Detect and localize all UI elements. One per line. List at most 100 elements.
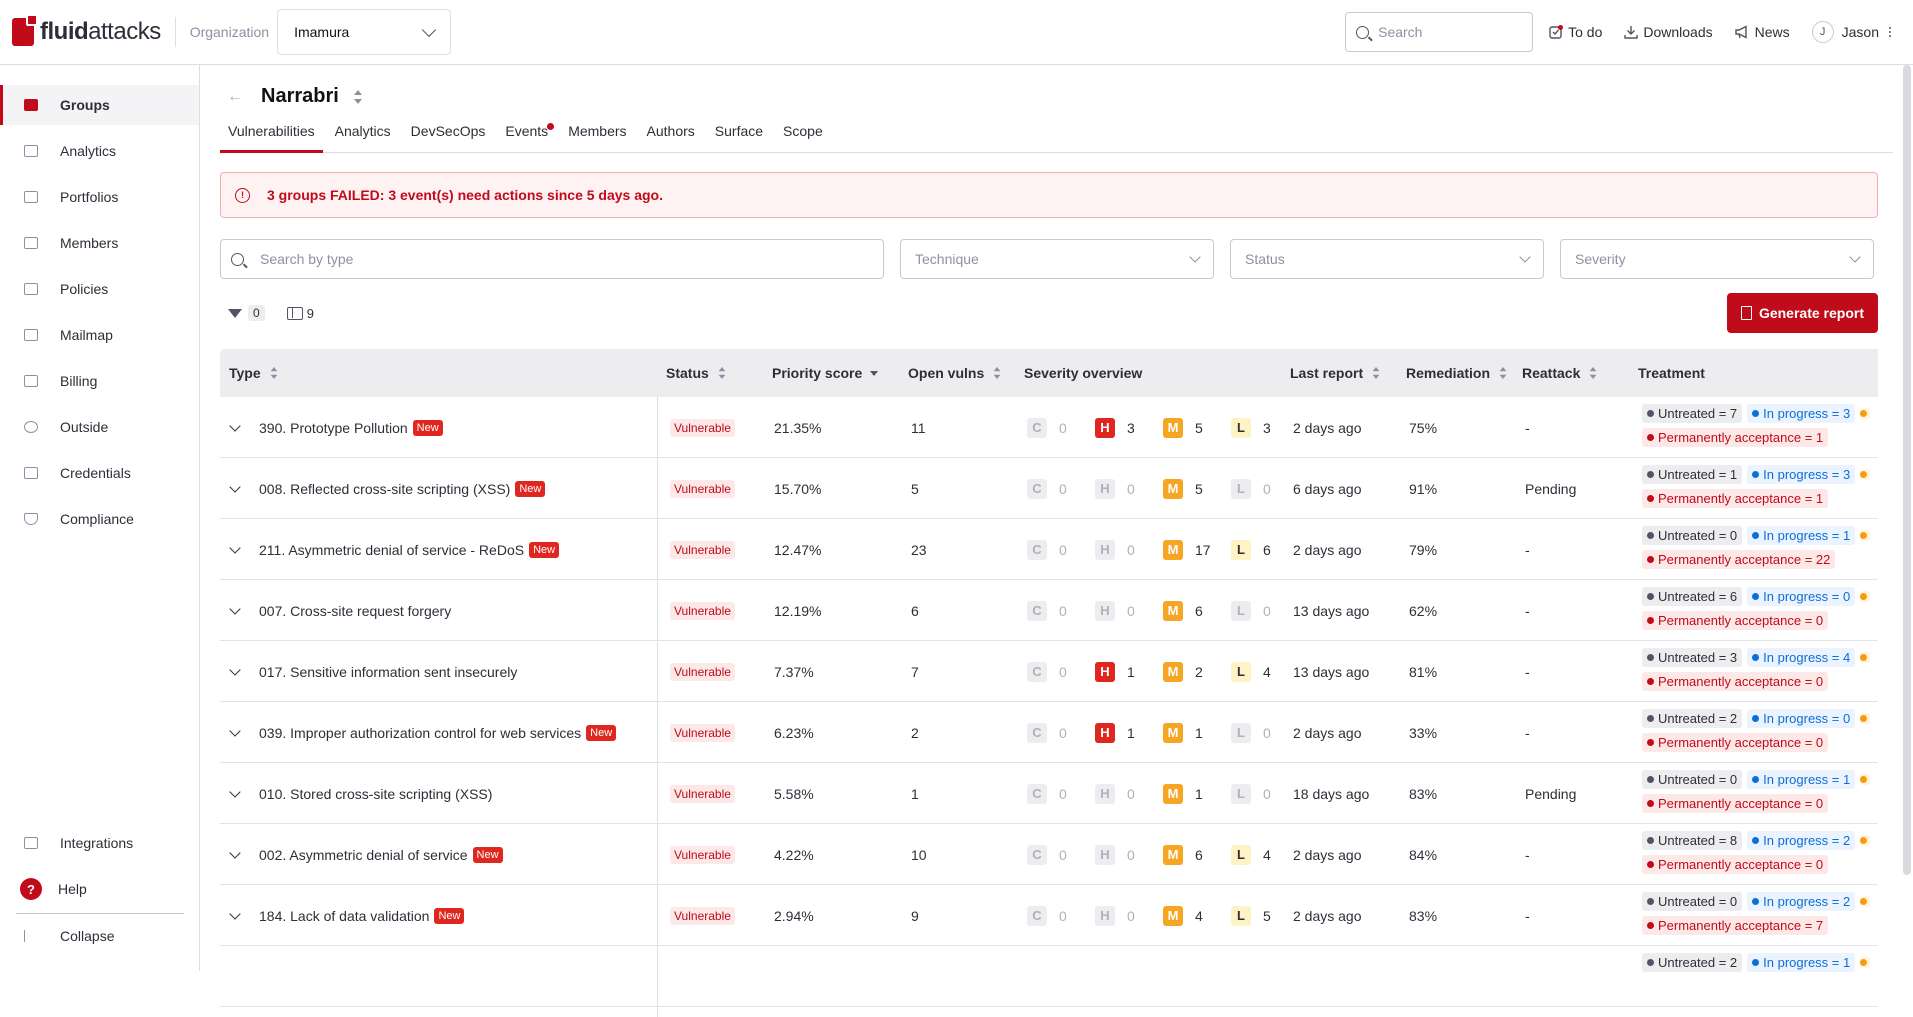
- vulnerability-type[interactable]: 184. Lack of data validation: [259, 908, 429, 924]
- priority-score: 4.22%: [774, 846, 814, 863]
- sidebar-item-credentials[interactable]: Credentials: [0, 453, 199, 493]
- column-header-type[interactable]: Type: [229, 365, 279, 381]
- vulnerability-type[interactable]: 390. Prototype Pollution: [259, 420, 408, 436]
- tab-members[interactable]: Members: [560, 117, 634, 153]
- chevron-down-icon[interactable]: [229, 846, 241, 859]
- table-row[interactable]: 010. Stored cross-site scripting (XSS) V…: [220, 763, 1878, 824]
- chevron-down-icon: [1189, 250, 1201, 263]
- in-progress-pill: In progress = 3: [1747, 403, 1856, 423]
- severity-overview: C0 H3 M5 L3: [1027, 397, 1299, 458]
- column-header-last-report[interactable]: Last report: [1290, 365, 1381, 381]
- vulnerability-type[interactable]: 017. Sensitive information sent insecure…: [259, 664, 517, 680]
- severity-high: H0: [1095, 844, 1147, 865]
- columns-button[interactable]: 9: [286, 306, 314, 321]
- dot-icon: [1860, 592, 1868, 600]
- sidebar-item-billing[interactable]: Billing: [0, 361, 199, 401]
- sidebar-item-outside[interactable]: Outside: [0, 407, 199, 447]
- untreated-pill: Untreated = 7: [1642, 403, 1743, 423]
- chevron-down-icon[interactable]: [229, 602, 241, 615]
- generate-report-button[interactable]: Generate report: [1726, 293, 1878, 333]
- page-scrollbar[interactable]: [1903, 65, 1911, 875]
- back-arrow-icon[interactable]: ←: [227, 88, 243, 106]
- chevron-down-icon[interactable]: [229, 663, 241, 676]
- chevron-down-icon[interactable]: [229, 785, 241, 798]
- vulnerability-type[interactable]: 007. Cross-site request forgery: [259, 603, 451, 619]
- status-badge: Vulnerable: [670, 540, 735, 559]
- critical-count: 0: [1059, 419, 1067, 436]
- global-search-input[interactable]: Search: [1345, 12, 1534, 52]
- organization-select[interactable]: Imamura: [277, 9, 452, 55]
- column-header-open-vulns[interactable]: Open vulns: [908, 365, 1002, 381]
- tab-surface[interactable]: Surface: [707, 117, 771, 153]
- sidebar-collapse-button[interactable]: Collapse: [0, 916, 199, 956]
- vulnerability-type[interactable]: 010. Stored cross-site scripting (XSS): [259, 786, 492, 802]
- severity-high: H3: [1095, 417, 1147, 438]
- vulnerability-type[interactable]: 008. Reflected cross-site scripting (XSS…: [259, 481, 510, 497]
- sidebar-item-members[interactable]: Members: [0, 223, 199, 263]
- sidebar-item-portfolios[interactable]: Portfolios: [0, 177, 199, 217]
- status-cell: Vulnerable: [670, 641, 735, 702]
- open-vulns: 11: [911, 419, 926, 436]
- column-header-remediation[interactable]: Remediation: [1406, 365, 1508, 381]
- sidebar-item-help[interactable]: ? Help: [0, 869, 199, 909]
- low-count: 0: [1263, 724, 1271, 741]
- table-row[interactable]: 007. Cross-site request forgery Vulnerab…: [220, 580, 1878, 641]
- sidebar-item-analytics[interactable]: Analytics: [0, 131, 199, 171]
- sidebar-item-integrations[interactable]: Integrations: [0, 823, 199, 863]
- vulnerabilities-table: Type Status Priority score Open vulns Se…: [220, 349, 1878, 1017]
- filters-button[interactable]: 0: [228, 305, 265, 321]
- last-report: 13 days ago: [1293, 663, 1370, 680]
- table-row[interactable]: 039. Improper authorization control for …: [220, 702, 1878, 763]
- table-row[interactable]: 002. Asymmetric denial of service New Vu…: [220, 824, 1878, 885]
- chevron-down-icon[interactable]: [229, 724, 241, 737]
- sidebar-item-label: Billing: [60, 373, 98, 389]
- tab-scope[interactable]: Scope: [775, 117, 831, 153]
- tab-authors[interactable]: Authors: [639, 117, 703, 153]
- table-row[interactable]: Untreated = 2 In progress = 1: [220, 946, 1878, 1007]
- filter-bar: Search by type Technique Status Severity: [220, 239, 1878, 279]
- severity-select[interactable]: Severity: [1560, 239, 1874, 279]
- table-row[interactable]: 017. Sensitive information sent insecure…: [220, 641, 1878, 702]
- downloads-button[interactable]: Downloads: [1624, 24, 1713, 40]
- sidebar-item-compliance[interactable]: Compliance: [0, 499, 199, 539]
- remediation: 79%: [1409, 541, 1438, 558]
- sidebar-item-groups[interactable]: Groups: [0, 85, 199, 125]
- news-button[interactable]: News: [1734, 24, 1790, 40]
- chevron-down-icon[interactable]: [229, 541, 241, 554]
- high-badge: H: [1095, 905, 1115, 926]
- tab-devsecops[interactable]: DevSecOps: [403, 117, 494, 153]
- dot-icon: [1860, 470, 1868, 478]
- critical-count: 0: [1059, 602, 1067, 619]
- sidebar-item-policies[interactable]: Policies: [0, 269, 199, 309]
- table-row[interactable]: 211. Asymmetric denial of service - ReDo…: [220, 519, 1878, 580]
- tab-analytics[interactable]: Analytics: [327, 117, 399, 153]
- tab-vulnerabilities[interactable]: Vulnerabilities: [220, 117, 323, 153]
- vulnerability-type[interactable]: 039. Improper authorization control for …: [259, 725, 581, 741]
- table-row[interactable]: 008. Reflected cross-site scripting (XSS…: [220, 458, 1878, 519]
- vulnerability-type[interactable]: 211. Asymmetric denial of service - ReDo…: [259, 542, 524, 558]
- vulnerability-type[interactable]: 002. Asymmetric denial of service: [259, 847, 468, 863]
- table-row[interactable]: 390. Prototype Pollution New Vulnerable …: [220, 397, 1878, 458]
- chevron-down-icon[interactable]: [229, 907, 241, 920]
- chevron-down-icon[interactable]: [229, 480, 241, 493]
- technique-select[interactable]: Technique: [900, 239, 1214, 279]
- search-by-type-input[interactable]: Search by type: [220, 239, 884, 279]
- switch-group-icon[interactable]: [353, 89, 363, 105]
- sidebar-item-label: Portfolios: [60, 189, 119, 205]
- column-header-status[interactable]: Status: [666, 365, 727, 381]
- status-select[interactable]: Status: [1230, 239, 1544, 279]
- table-header: Type Status Priority score Open vulns Se…: [220, 349, 1878, 397]
- todo-button[interactable]: To do: [1549, 24, 1602, 40]
- column-header-priority[interactable]: Priority score: [772, 365, 879, 381]
- severity-overview: C0 H1 M1 L0: [1027, 702, 1299, 763]
- tab-events[interactable]: Events: [497, 117, 556, 153]
- high-badge: H: [1095, 661, 1115, 682]
- column-header-reattack[interactable]: Reattack: [1522, 365, 1598, 381]
- chevron-down-icon[interactable]: [229, 419, 241, 432]
- logo[interactable]: fluidattacks: [12, 14, 161, 46]
- table-row[interactable]: 184. Lack of data validation New Vulnera…: [220, 885, 1878, 946]
- sidebar-item-mailmap[interactable]: Mailmap: [0, 315, 199, 355]
- dot-icon: [1752, 470, 1760, 478]
- high-badge: H: [1095, 783, 1115, 804]
- user-menu[interactable]: J Jason: [1811, 21, 1893, 43]
